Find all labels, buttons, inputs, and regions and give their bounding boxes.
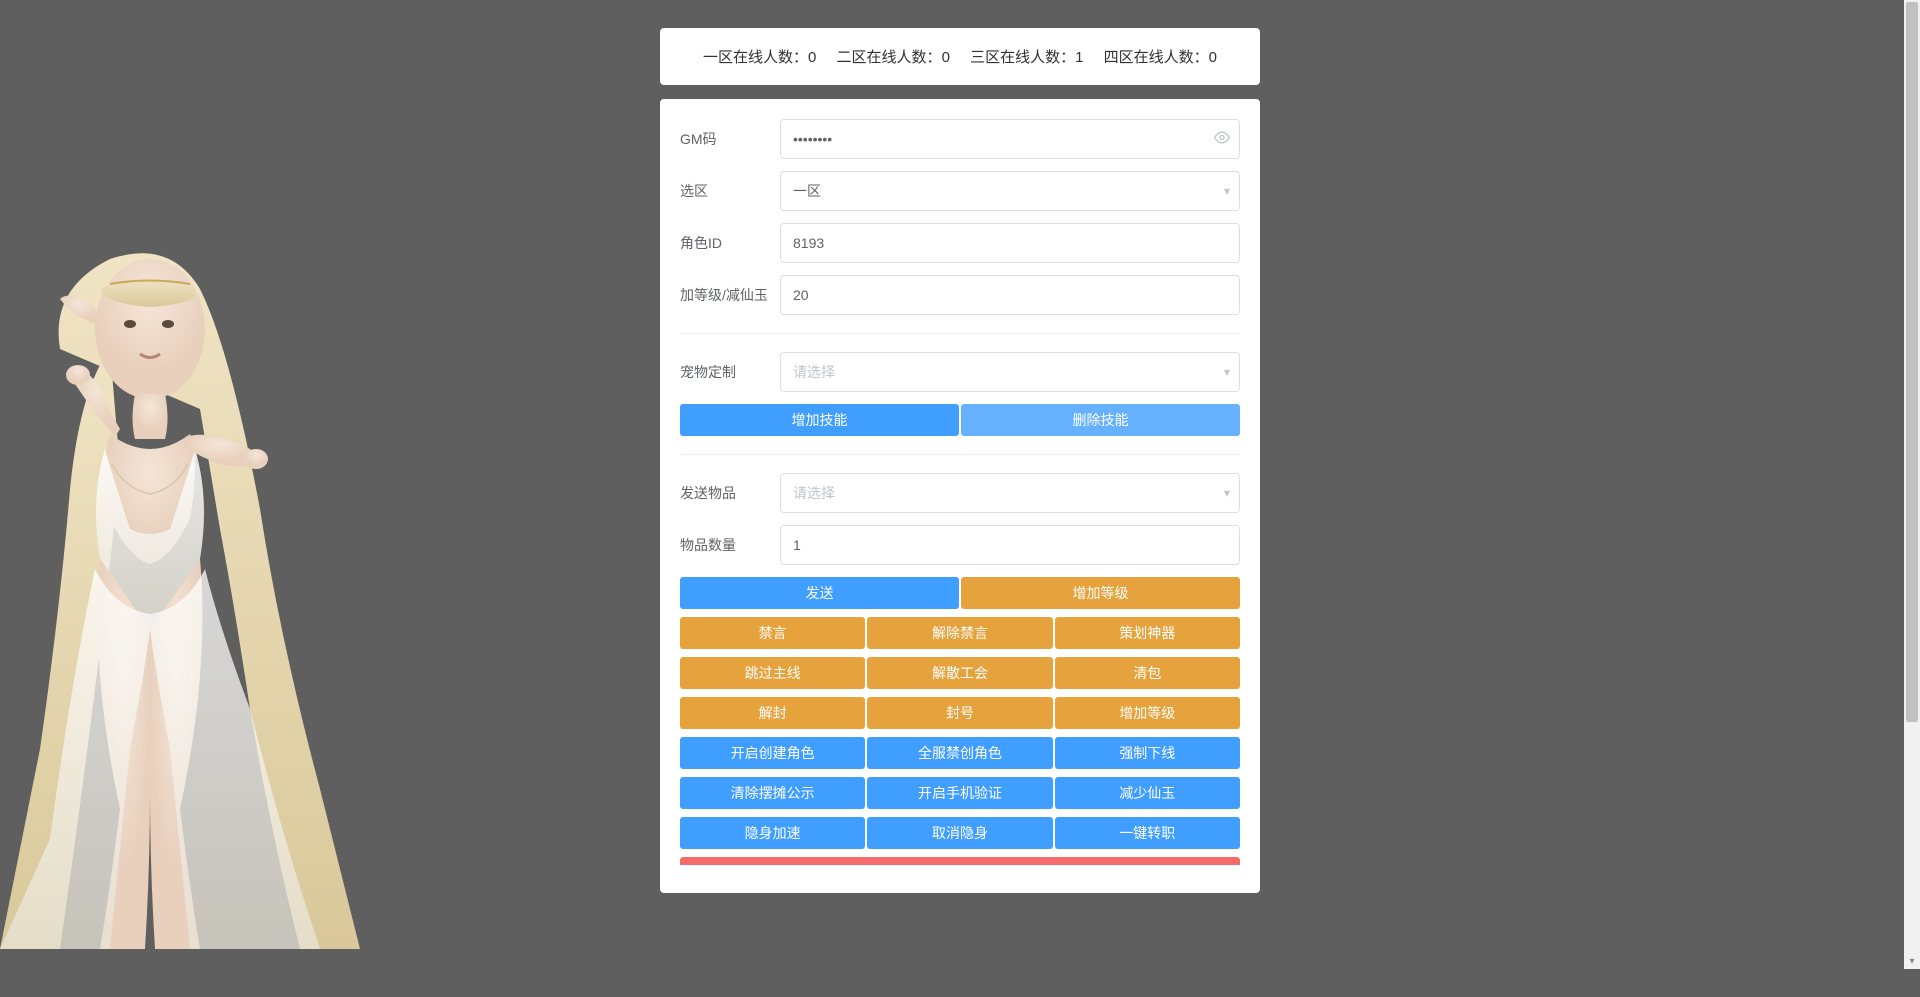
mute-button[interactable]: 禁言 <box>680 617 865 649</box>
planner-artifact-button[interactable]: 策划神器 <box>1055 617 1240 649</box>
send-button[interactable]: 发送 <box>680 577 959 609</box>
background-character-illustration <box>0 189 380 969</box>
send-item-label: 发送物品 <box>680 483 780 503</box>
clear-bag-button[interactable]: 清包 <box>1055 657 1240 689</box>
unmute-button[interactable]: 解除禁言 <box>867 617 1052 649</box>
zone-label: 选区 <box>680 181 780 201</box>
item-count-label: 物品数量 <box>680 535 780 555</box>
skip-main-quest-button[interactable]: 跳过主线 <box>680 657 865 689</box>
reduce-jade-button[interactable]: 减少仙玉 <box>1055 777 1240 809</box>
one-click-reclass-button[interactable]: 一键转职 <box>1055 817 1240 849</box>
eye-icon[interactable] <box>1214 130 1230 149</box>
delete-skill-button[interactable]: 删除技能 <box>961 404 1240 436</box>
chevron-down-icon: ▾ <box>1224 184 1230 198</box>
unban-button[interactable]: 解封 <box>680 697 865 729</box>
pet-custom-select[interactable]: 请选择 <box>780 352 1240 392</box>
zone-select[interactable]: 一区 <box>780 171 1240 211</box>
level-jade-label: 加等级/减仙玉 <box>680 285 780 305</box>
scroll-down-icon[interactable]: ▾ <box>1904 953 1920 969</box>
divider <box>680 454 1240 455</box>
add-level-button-2[interactable]: 增加等级 <box>1055 697 1240 729</box>
disband-guild-button[interactable]: 解散工会 <box>867 657 1052 689</box>
role-id-input[interactable] <box>780 223 1240 263</box>
chevron-down-icon: ▾ <box>1224 365 1230 379</box>
add-skill-button[interactable]: 增加技能 <box>680 404 959 436</box>
danger-row-partial[interactable] <box>680 857 1240 865</box>
clear-stall-notice-button[interactable]: 清除摆摊公示 <box>680 777 865 809</box>
scrollbar[interactable]: ▴ ▾ <box>1904 0 1920 969</box>
ban-button[interactable]: 封号 <box>867 697 1052 729</box>
cancel-stealth-button[interactable]: 取消隐身 <box>867 817 1052 849</box>
pet-custom-label: 宠物定制 <box>680 362 780 382</box>
enable-create-role-button[interactable]: 开启创建角色 <box>680 737 865 769</box>
stealth-speed-button[interactable]: 隐身加速 <box>680 817 865 849</box>
online-status-bar: 一区在线人数：0 二区在线人数：0 三区在线人数：1 四区在线人数：0 <box>660 28 1260 85</box>
role-id-label: 角色ID <box>680 233 780 253</box>
add-level-button[interactable]: 增加等级 <box>961 577 1240 609</box>
divider <box>680 333 1240 334</box>
force-offline-button[interactable]: 强制下线 <box>1055 737 1240 769</box>
item-count-input[interactable] <box>780 525 1240 565</box>
admin-form-card: GM码 选区 一区 ▾ 角色ID 加等级/减仙玉 <box>660 99 1260 893</box>
level-jade-input[interactable] <box>780 275 1240 315</box>
gm-code-label: GM码 <box>680 129 780 149</box>
enable-phone-verify-button[interactable]: 开启手机验证 <box>867 777 1052 809</box>
disable-create-role-button[interactable]: 全服禁创角色 <box>867 737 1052 769</box>
scrollbar-thumb[interactable] <box>1906 2 1918 722</box>
gm-code-input[interactable] <box>780 119 1240 159</box>
chevron-down-icon: ▾ <box>1224 486 1230 500</box>
send-item-select[interactable]: 请选择 <box>780 473 1240 513</box>
